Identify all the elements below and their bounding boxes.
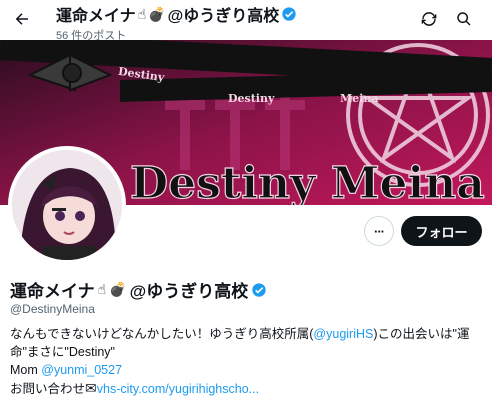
bio-mention-link[interactable]: @yugiriHS bbox=[313, 327, 373, 341]
bio-mom-link[interactable]: @yunmi_0527 bbox=[41, 363, 122, 377]
mail-emoji-icon: ✉ bbox=[85, 380, 97, 396]
header-title-block: 運命メイナ ☝ 💣 @ゆうぎり高校 56 件のポスト bbox=[56, 2, 297, 43]
more-options-label: ··· bbox=[374, 223, 385, 239]
bio-line-3: Mom @yunmi_0527 bbox=[10, 361, 482, 379]
profile-name: 運命メイナ bbox=[10, 282, 95, 301]
bio-text: なんもできないけどなんかしたい！ゆうぎり高校所属( bbox=[10, 327, 314, 341]
profile-display-name: 運命メイナ ☝ 💣 @ゆうぎり高校 bbox=[10, 277, 267, 302]
bio-text: )この出会いは"運 bbox=[373, 327, 470, 341]
bio-text: お問い合わせ bbox=[10, 382, 86, 396]
avatar-image bbox=[12, 150, 122, 260]
bio-text: Mom bbox=[10, 363, 42, 377]
profile-bio: なんもできないけどなんかしたい！ゆうぎり高校所属(@yugiriHS)この出会い… bbox=[10, 325, 482, 398]
bio-line-1: なんもできないけどなんかしたい！ゆうぎり高校所属(@yugiriHS)この出会い… bbox=[10, 325, 482, 343]
search-button[interactable] bbox=[451, 6, 477, 32]
header-name-suffix: @ゆうぎり高校 bbox=[167, 8, 280, 25]
bomb-emoji-icon: 💣 bbox=[109, 281, 127, 297]
top-bar: 運命メイナ ☝ 💣 @ゆうぎり高校 56 件のポスト bbox=[0, 0, 492, 43]
banner-ribbon-text2: Meina bbox=[340, 92, 379, 105]
follow-button[interactable]: フォロー bbox=[401, 216, 482, 246]
more-options-button[interactable]: ··· bbox=[364, 216, 394, 246]
profile-name-suffix: @ゆうぎり高校 bbox=[129, 282, 249, 301]
verified-badge-icon bbox=[282, 7, 296, 21]
verified-badge-icon[interactable] bbox=[251, 282, 267, 298]
profile-handle: @DestinyMeina bbox=[10, 302, 95, 316]
bio-website-link[interactable]: vhs-city.com/yugirihighscho... bbox=[97, 382, 259, 396]
back-arrow-icon bbox=[15, 13, 28, 25]
banner-big-text: Destiny Meina bbox=[130, 158, 485, 205]
back-button[interactable] bbox=[8, 5, 36, 33]
header-name: 運命メイナ bbox=[56, 8, 136, 25]
hand-emoji-icon: ☝ bbox=[97, 281, 107, 297]
header-title: 運命メイナ ☝ 💣 @ゆうぎり高校 bbox=[56, 2, 297, 26]
hand-emoji-icon: ☝ bbox=[137, 5, 147, 22]
bomb-emoji-icon: 💣 bbox=[148, 5, 166, 22]
bio-line-2: 命"まさに"Destiny" bbox=[10, 345, 115, 359]
bio-line-4: お問い合わせ✉vhs-city.com/yugirihighscho... bbox=[10, 379, 482, 398]
sync-button[interactable] bbox=[416, 6, 442, 32]
avatar[interactable] bbox=[8, 146, 126, 264]
banner-ribbon-text: Destiny bbox=[228, 92, 275, 105]
search-icon bbox=[457, 12, 471, 26]
sync-icon bbox=[421, 12, 437, 26]
